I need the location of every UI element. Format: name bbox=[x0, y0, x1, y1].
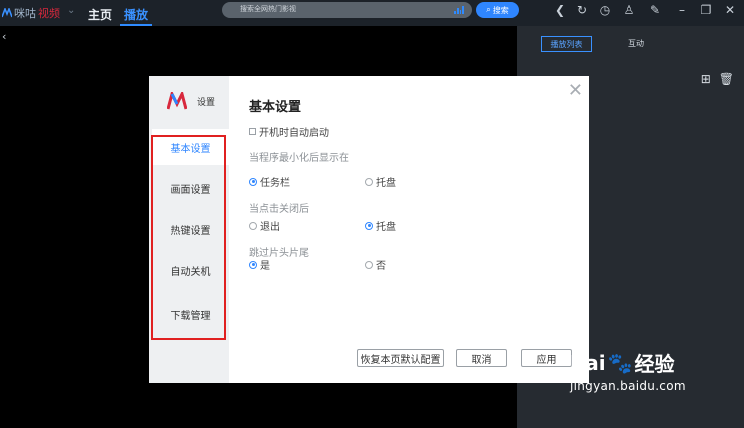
watermark-brand-cn: 经验 bbox=[634, 352, 675, 376]
radio-selected bbox=[249, 260, 257, 269]
chevron-down-icon[interactable]: ⌄ bbox=[67, 5, 75, 16]
radio-unselected bbox=[365, 177, 373, 186]
autostart-checkbox[interactable]: 开机时自动启动 bbox=[249, 124, 329, 139]
close-tray-label: 托盘 bbox=[376, 222, 396, 233]
nav-play[interactable]: 播放 bbox=[124, 6, 148, 23]
add-icon[interactable]: ⊞ bbox=[701, 72, 711, 86]
minimize-icon[interactable]: – bbox=[675, 3, 689, 17]
paw-icon: 🐾 bbox=[607, 350, 633, 375]
settings-content: 基本设置 开机时自动启动 当程序最小化后显示在 任务栏 托盘 当点击关闭后 退出… bbox=[249, 76, 579, 383]
migu-logo-icon bbox=[166, 89, 188, 110]
search-button[interactable]: ⌕ 搜索 bbox=[476, 2, 519, 18]
checkbox-box bbox=[249, 128, 256, 135]
settings-dialog: 设置 基本设置 画面设置 热键设置 自动关机 下载管理 ✕ 基本设置 开机时自动… bbox=[149, 76, 589, 383]
minimize-question: 当程序最小化后显示在 bbox=[249, 153, 349, 164]
skip-yes-radio[interactable]: 是 bbox=[249, 257, 270, 272]
trending-icon bbox=[454, 6, 464, 14]
settings-logo: 设置 bbox=[166, 89, 216, 110]
baidu-watermark: Bai 🐾 经验 jingyan.baidu.com bbox=[570, 348, 686, 394]
skip-no-radio[interactable]: 否 bbox=[365, 257, 386, 272]
title-bar: 咪咕 视频 ⌄ 主页 播放 搜索全网热门影视 ⌕ 搜索 ❮ ↻ ◷ ♙ ✎ – ❐… bbox=[0, 0, 744, 26]
playlist-tools: ⊞ 🗑 bbox=[701, 72, 734, 86]
tab-interact[interactable]: 互动 bbox=[616, 36, 656, 50]
minimize-taskbar-radio[interactable]: 任务栏 bbox=[249, 174, 290, 189]
radio-selected bbox=[365, 221, 373, 230]
nav-home[interactable]: 主页 bbox=[88, 6, 112, 23]
sidebar-item-basic[interactable]: 基本设置 bbox=[152, 129, 229, 165]
settings-logo-text: 设置 bbox=[197, 97, 216, 108]
watermark-url: jingyan.baidu.com bbox=[570, 379, 686, 393]
sidebar-item-download[interactable]: 下载管理 bbox=[152, 296, 229, 332]
apply-button[interactable]: 应用 bbox=[521, 349, 572, 367]
search-input[interactable]: 搜索全网热门影视 bbox=[222, 2, 472, 18]
brand-suffix: 视频 bbox=[38, 7, 60, 20]
watermark-brand-latin: Bai bbox=[570, 350, 606, 375]
minimize-tray-label: 托盘 bbox=[376, 178, 396, 189]
nav-active-indicator bbox=[120, 24, 152, 26]
radio-unselected bbox=[365, 260, 373, 269]
settings-sidebar: 设置 基本设置 画面设置 热键设置 自动关机 下载管理 bbox=[149, 76, 229, 383]
skip-no-label: 否 bbox=[376, 261, 386, 272]
brand-prefix: 咪咕 bbox=[14, 7, 36, 20]
minimize-tray-radio[interactable]: 托盘 bbox=[365, 174, 396, 189]
radio-selected bbox=[249, 177, 257, 186]
sidebar-item-display[interactable]: 画面设置 bbox=[152, 170, 229, 206]
autostart-label: 开机时自动启动 bbox=[259, 128, 329, 139]
sidebar-item-auto-shutdown[interactable]: 自动关机 bbox=[152, 252, 229, 288]
minimize-taskbar-label: 任务栏 bbox=[260, 178, 290, 189]
history-icon[interactable]: ◷ bbox=[598, 3, 612, 17]
skip-yes-label: 是 bbox=[260, 261, 270, 272]
close-exit-label: 退出 bbox=[260, 222, 280, 233]
radio-unselected bbox=[249, 221, 257, 230]
trash-icon[interactable]: 🗑 bbox=[719, 72, 734, 86]
restore-defaults-button[interactable]: 恢复本页默认配置 bbox=[357, 349, 444, 367]
app-logo[interactable]: 咪咕 视频 bbox=[1, 5, 60, 21]
back-icon[interactable]: ❮ bbox=[553, 3, 567, 17]
close-tray-radio[interactable]: 托盘 bbox=[365, 218, 396, 233]
section-title: 基本设置 bbox=[249, 100, 302, 115]
restore-icon[interactable]: ❐ bbox=[699, 3, 713, 17]
close-exit-radio[interactable]: 退出 bbox=[249, 218, 280, 233]
refresh-icon[interactable]: ↻ bbox=[575, 3, 589, 17]
tab-playlist[interactable]: 播放列表 bbox=[541, 36, 592, 52]
search-icon: ⌕ bbox=[486, 5, 491, 14]
logo-icon bbox=[1, 6, 13, 18]
pin-icon[interactable]: ✎ bbox=[648, 3, 662, 17]
user-icon[interactable]: ♙ bbox=[622, 3, 636, 17]
close-icon[interactable]: ✕ bbox=[723, 3, 737, 17]
close-question: 当点击关闭后 bbox=[249, 204, 309, 215]
search-placeholder: 搜索全网热门影视 bbox=[240, 5, 296, 13]
cancel-button[interactable]: 取消 bbox=[456, 349, 507, 367]
search-button-label: 搜索 bbox=[492, 5, 509, 15]
sidebar-item-hotkeys[interactable]: 热键设置 bbox=[152, 211, 229, 247]
player-back-icon[interactable]: ‹ bbox=[2, 30, 6, 43]
